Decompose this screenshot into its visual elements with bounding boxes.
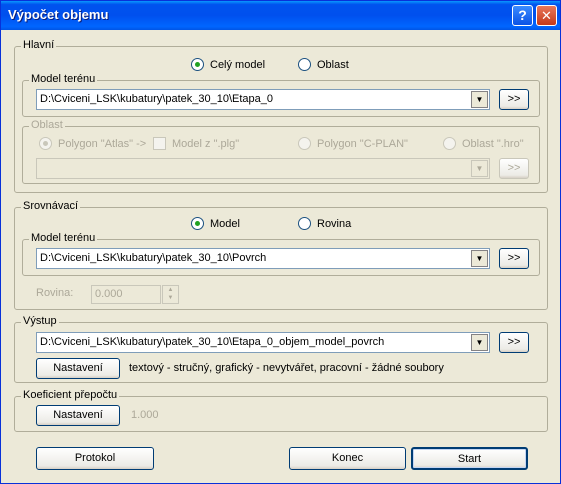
coefficient-group: Koeficient přepočtu Nastavení 1.000 <box>14 389 548 432</box>
spin-up-icon[interactable]: ▲ <box>163 286 178 294</box>
dropdown-arrow-icon[interactable]: ▼ <box>471 91 488 108</box>
coefficient-settings-button[interactable]: Nastavení <box>36 405 120 426</box>
radio-dot-icon <box>191 217 204 230</box>
radio-dot-icon <box>298 217 311 230</box>
main-area-group: Oblast Polygon "Atlas" -> Model z ".plg"… <box>22 119 540 184</box>
main-terrain-browse-button[interactable]: >> <box>499 89 529 110</box>
protocol-button[interactable]: Protokol <box>36 447 154 470</box>
radio-polygon-cplan[interactable]: Polygon "C-PLAN" <box>298 137 408 150</box>
comparison-group: Srovnávací Model Rovina Model terénu D:\… <box>14 200 548 310</box>
main-group-legend: Hlavní <box>21 39 57 51</box>
dropdown-arrow-icon[interactable]: ▼ <box>471 160 488 177</box>
radio-model[interactable]: Model <box>191 217 240 230</box>
radio-model-label: Model <box>210 217 240 230</box>
radio-area[interactable]: Oblast <box>298 58 349 71</box>
radio-dot-icon <box>298 58 311 71</box>
radio-area-label: Oblast <box>317 58 349 71</box>
output-path: D:\Cviceni_LSK\kubatury\patek_30_10\Etap… <box>40 336 385 348</box>
start-button[interactable]: Start <box>411 447 528 470</box>
comparison-terrain-group: Model terénu D:\Cviceni_LSK\kubatury\pat… <box>22 232 540 276</box>
radio-polygon-atlas[interactable]: Polygon "Atlas" -> <box>39 137 146 150</box>
dropdown-arrow-icon[interactable]: ▼ <box>471 250 488 267</box>
radio-area-hro[interactable]: Oblast ".hro" <box>443 137 524 150</box>
plane-label: Rovina: <box>36 287 74 299</box>
radio-dot-icon <box>191 58 204 71</box>
radio-whole-model[interactable]: Celý model <box>191 58 265 71</box>
close-button[interactable]: ✕ <box>536 5 557 26</box>
radio-dot-icon <box>443 137 456 150</box>
end-button[interactable]: Konec <box>289 447 406 470</box>
spin-down-icon[interactable]: ▼ <box>163 294 178 302</box>
comparison-terrain-select[interactable]: D:\Cviceni_LSK\kubatury\patek_30_10\Povr… <box>36 248 490 269</box>
output-summary: textový - stručný, grafický - nevytvářet… <box>129 362 444 374</box>
plane-value: 0.000 <box>95 288 123 300</box>
comparison-terrain-path: D:\Cviceni_LSK\kubatury\patek_30_10\Povr… <box>40 252 267 264</box>
main-terrain-group: Model terénu D:\Cviceni_LSK\kubatury\pat… <box>22 73 540 117</box>
title-bar[interactable]: Výpočet objemu ? ✕ <box>1 1 560 30</box>
radio-polygon-cplan-label: Polygon "C-PLAN" <box>317 137 408 150</box>
main-group: Hlavní Celý model Oblast Model terénu D:… <box>14 39 548 193</box>
coefficient-group-legend: Koeficient přepočtu <box>21 389 120 401</box>
comparison-terrain-browse-button[interactable]: >> <box>499 248 529 269</box>
radio-plane[interactable]: Rovina <box>298 217 351 230</box>
help-button[interactable]: ? <box>512 5 533 26</box>
volume-calculation-dialog: Výpočet objemu ? ✕ Hlavní Celý model Obl… <box>0 0 561 484</box>
checkbox-icon <box>153 137 166 150</box>
main-terrain-path: D:\Cviceni_LSK\kubatury\patek_30_10\Etap… <box>40 93 273 105</box>
radio-polygon-atlas-label: Polygon "Atlas" -> <box>58 137 147 150</box>
area-browse-button[interactable]: >> <box>499 158 529 179</box>
output-group-legend: Výstup <box>21 315 59 327</box>
window-title: Výpočet objemu <box>8 7 109 22</box>
check-model-plg-label: Model z ".plg" <box>172 137 240 150</box>
plane-value-input[interactable]: 0.000 <box>91 285 161 304</box>
output-group: Výstup D:\Cviceni_LSK\kubatury\patek_30_… <box>14 315 548 383</box>
radio-area-hro-label: Oblast ".hro" <box>462 137 524 150</box>
main-area-legend: Oblast <box>29 119 65 131</box>
output-select[interactable]: D:\Cviceni_LSK\kubatury\patek_30_10\Etap… <box>36 332 490 353</box>
comparison-terrain-legend: Model terénu <box>29 232 98 244</box>
check-model-plg[interactable]: Model z ".plg" <box>153 137 239 150</box>
comparison-group-legend: Srovnávací <box>21 200 81 212</box>
output-browse-button[interactable]: >> <box>499 332 529 353</box>
area-select[interactable]: ▼ <box>36 158 490 179</box>
coefficient-value: 1.000 <box>131 409 159 421</box>
radio-plane-label: Rovina <box>317 217 352 230</box>
main-terrain-select[interactable]: D:\Cviceni_LSK\kubatury\patek_30_10\Etap… <box>36 89 490 110</box>
radio-dot-icon <box>298 137 311 150</box>
output-settings-button[interactable]: Nastavení <box>36 358 120 379</box>
radio-whole-model-label: Celý model <box>210 58 266 71</box>
radio-dot-icon <box>39 137 52 150</box>
dropdown-arrow-icon[interactable]: ▼ <box>471 334 488 351</box>
plane-spinner[interactable]: ▲ ▼ <box>162 285 179 304</box>
main-terrain-legend: Model terénu <box>29 73 98 85</box>
